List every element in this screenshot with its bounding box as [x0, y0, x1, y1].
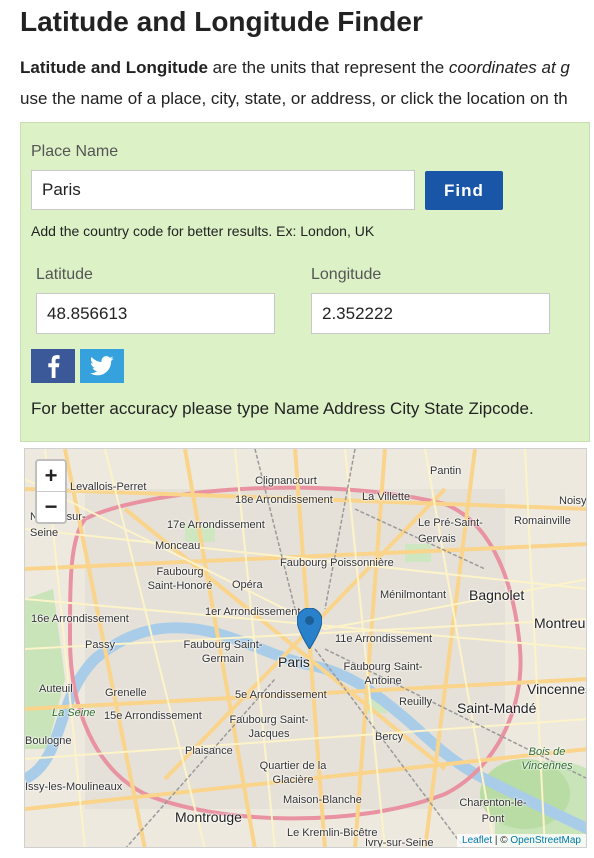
zoom-control: + − — [35, 459, 67, 524]
hint-text: Add the country code for better results.… — [31, 223, 375, 239]
map-label: 11e Arrondissement — [335, 633, 433, 645]
intro-bold: Latitude and Longitude — [20, 58, 208, 77]
map-label: Maison-Blanche — [283, 794, 362, 806]
map-label: Plaisance — [185, 745, 233, 757]
twitter-icon — [90, 356, 114, 376]
map-label: Faubourg Saint-Antoine — [343, 661, 423, 687]
map-label: Charenton-le-Pont — [459, 797, 527, 825]
map-view[interactable]: Levallois-Perret Clignancourt Pantin 18e… — [24, 448, 587, 848]
map-label: Romainville — [514, 515, 571, 527]
facebook-icon — [48, 355, 60, 378]
zoom-in-button[interactable]: + — [37, 461, 65, 491]
map-label: Faubourg Saint-Honoré — [147, 566, 213, 592]
map-label: Saint-Mandé — [457, 700, 537, 716]
map-label: Quartier de la Glacière — [259, 760, 327, 786]
map-label: Le Kremlin-Bicêtre — [287, 827, 378, 839]
map-label: Monceau — [155, 540, 201, 552]
map-label: 1er Arrondissement — [205, 606, 301, 618]
longitude-label: Longitude — [311, 266, 382, 283]
map-label: Ivry-sur-Seine — [365, 837, 434, 848]
intro-text-2: use the name of a place, city, state, or… — [20, 89, 568, 108]
longitude-input[interactable] — [311, 293, 550, 334]
map-label: Paris — [278, 654, 310, 670]
map-label: Bois de Vincennes — [521, 746, 573, 772]
map-label: Faubourg Saint-Germain — [183, 639, 263, 665]
map-label: Vincennes — [527, 681, 587, 697]
map-label: La Seine — [52, 707, 96, 719]
map-label: Passy — [85, 639, 115, 651]
map-label: Levallois-Perret — [70, 481, 147, 493]
map-label: 17e Arrondissement — [167, 519, 265, 531]
attribution-separator: | © — [492, 835, 511, 846]
map-label: Faubourg Saint-Jacques — [229, 714, 309, 740]
leaflet-link[interactable]: Leaflet — [462, 835, 492, 846]
map-label: Grenelle — [105, 687, 147, 699]
latitude-label: Latitude — [36, 266, 93, 283]
map-label: Montreuil — [534, 615, 587, 631]
place-name-label: Place Name — [31, 143, 119, 160]
map-label: Reuilly — [399, 696, 433, 708]
map-label: 18e Arrondissement — [235, 494, 333, 506]
map-label: Montrouge — [175, 809, 242, 825]
map-label: Noisy — [559, 495, 587, 507]
intro-text: Latitude and Longitude are the units tha… — [20, 52, 594, 114]
map-label: Clignancourt — [255, 475, 317, 487]
twitter-share-button[interactable] — [80, 349, 124, 383]
map-label: Ménilmontant — [380, 589, 447, 601]
map-marker-icon[interactable] — [297, 608, 322, 649]
map-label: Bercy — [375, 731, 404, 743]
place-name-input[interactable] — [31, 170, 415, 210]
map-label: Bagnolet — [469, 587, 525, 603]
accuracy-note: For better accuracy please type Name Add… — [31, 399, 534, 418]
map-label: La Villette — [362, 491, 411, 503]
map-label: Boulogne — [25, 735, 72, 747]
map-label: 5e Arrondissement — [235, 689, 327, 701]
intro-text-1: are the units that represent the — [207, 58, 449, 77]
map-label: 15e Arrondissement — [104, 710, 202, 722]
map-label: 16e Arrondissement — [31, 613, 129, 625]
map-label: Opéra — [232, 579, 263, 591]
map-label: Issy-les-Moulineaux — [25, 781, 123, 793]
map-label: Auteuil — [39, 683, 73, 695]
facebook-share-button[interactable] — [31, 349, 75, 383]
search-panel: Place Name Find Add the country code for… — [20, 122, 590, 442]
zoom-out-button[interactable]: − — [37, 491, 65, 522]
find-button[interactable]: Find — [425, 171, 503, 210]
map-label: Le Pré-Saint-Gervais — [418, 517, 483, 545]
page-title: Latitude and Longitude Finder — [20, 6, 423, 37]
latitude-input[interactable] — [36, 293, 275, 334]
map-attribution: Leaflet | © OpenStreetMap — [457, 834, 586, 847]
map-label: Pantin — [430, 465, 462, 477]
intro-italic: coordinates at g — [448, 58, 570, 77]
openstreetmap-link[interactable]: OpenStreetMap — [510, 835, 581, 846]
map-label: Faubourg Poissonnière — [280, 557, 394, 569]
